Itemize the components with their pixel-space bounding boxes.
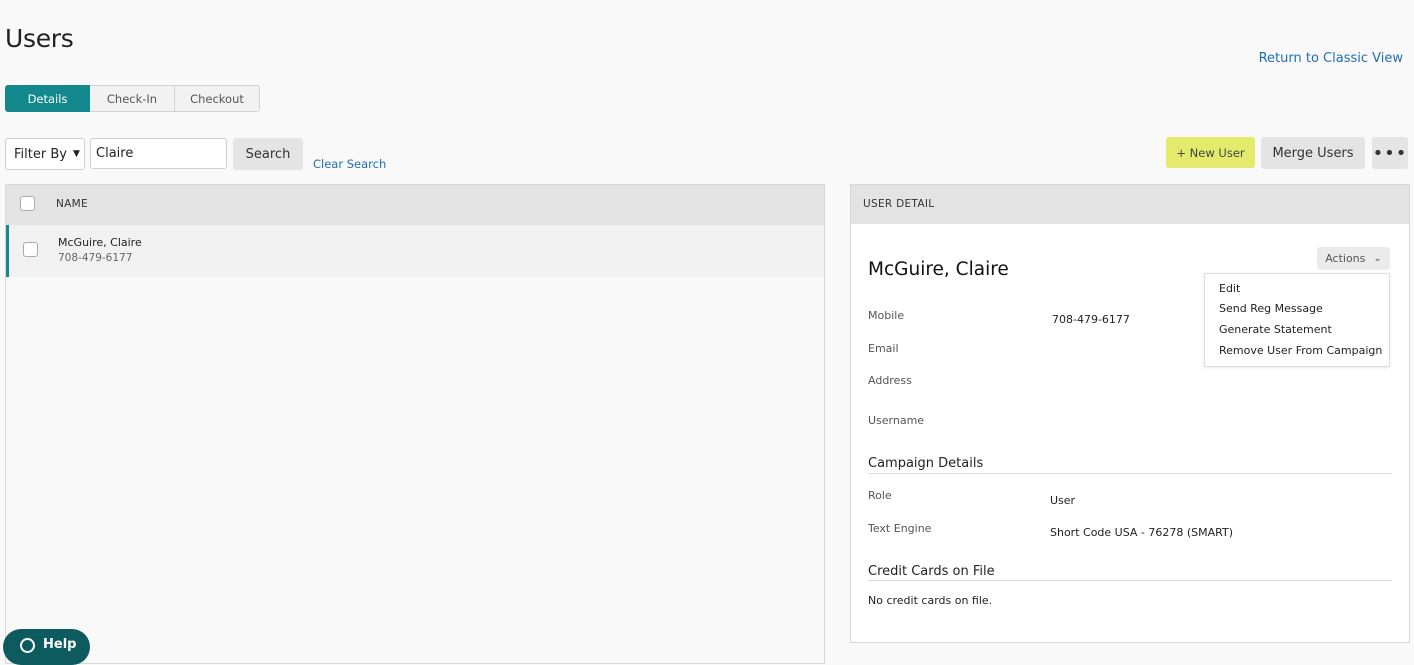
- email-label: Email: [868, 342, 899, 355]
- user-list-panel: NAME McGuire, Claire 708-479-6177: [5, 184, 825, 664]
- tab-checkout[interactable]: Checkout: [175, 85, 260, 112]
- tab-check-in[interactable]: Check-In: [90, 85, 175, 112]
- more-options-button[interactable]: •••: [1372, 137, 1408, 169]
- menu-item-edit[interactable]: Edit: [1219, 282, 1240, 295]
- new-user-button[interactable]: + New User: [1166, 137, 1255, 168]
- credit-cards-title: Credit Cards on File: [868, 564, 995, 579]
- section-divider: [868, 580, 1392, 581]
- view-tabs: Details Check-In Checkout: [5, 85, 260, 112]
- select-all-checkbox[interactable]: [20, 196, 35, 211]
- actions-button[interactable]: Actions ⌄: [1317, 247, 1390, 270]
- no-credit-cards-text: No credit cards on file.: [868, 594, 993, 607]
- mobile-value: 708-479-6177: [1052, 313, 1130, 326]
- campaign-details-title: Campaign Details: [868, 456, 984, 471]
- list-item-name: McGuire, Claire: [58, 236, 142, 249]
- return-to-classic-view-link[interactable]: Return to Classic View: [1259, 51, 1403, 66]
- detail-header-title: USER DETAIL: [863, 198, 935, 210]
- search-button[interactable]: Search: [233, 138, 303, 170]
- help-button[interactable]: Help: [3, 629, 90, 665]
- help-icon: [20, 638, 35, 653]
- actions-menu: Edit Send Reg Message Generate Statement…: [1204, 273, 1390, 367]
- list-item[interactable]: McGuire, Claire 708-479-6177: [6, 225, 824, 277]
- user-name-heading: McGuire, Claire: [868, 259, 1009, 280]
- merge-users-button[interactable]: Merge Users: [1261, 137, 1365, 169]
- filter-by-dropdown[interactable]: Filter By ▼: [5, 138, 85, 170]
- search-input[interactable]: [90, 138, 227, 169]
- username-label: Username: [868, 414, 925, 427]
- menu-item-generate-statement[interactable]: Generate Statement: [1219, 323, 1332, 336]
- address-label: Address: [868, 374, 912, 387]
- clear-search-link[interactable]: Clear Search: [313, 157, 386, 171]
- list-header: NAME: [6, 185, 824, 225]
- menu-item-send-reg-message[interactable]: Send Reg Message: [1219, 302, 1323, 315]
- role-value: User: [1050, 494, 1076, 507]
- chevron-down-icon: ⌄: [1373, 253, 1382, 264]
- mobile-label: Mobile: [868, 309, 905, 322]
- menu-item-remove-user[interactable]: Remove User From Campaign: [1219, 344, 1382, 357]
- text-engine-value: Short Code USA - 76278 (SMART): [1050, 526, 1234, 539]
- user-detail-panel: USER DETAIL McGuire, Claire Actions ⌄ Ed…: [850, 184, 1410, 643]
- actions-label: Actions: [1325, 252, 1366, 265]
- text-engine-label: Text Engine: [868, 522, 932, 535]
- row-checkbox[interactable]: [23, 242, 38, 257]
- help-label: Help: [43, 637, 77, 652]
- tab-details[interactable]: Details: [5, 85, 90, 112]
- page-title: Users: [5, 24, 74, 53]
- list-item-phone: 708-479-6177: [58, 252, 133, 264]
- filter-by-label: Filter By: [14, 146, 67, 162]
- column-header-name: NAME: [56, 198, 88, 210]
- detail-header: USER DETAIL: [851, 185, 1409, 224]
- role-label: Role: [868, 489, 892, 502]
- caret-down-icon: ▼: [72, 149, 80, 159]
- section-divider: [868, 473, 1392, 474]
